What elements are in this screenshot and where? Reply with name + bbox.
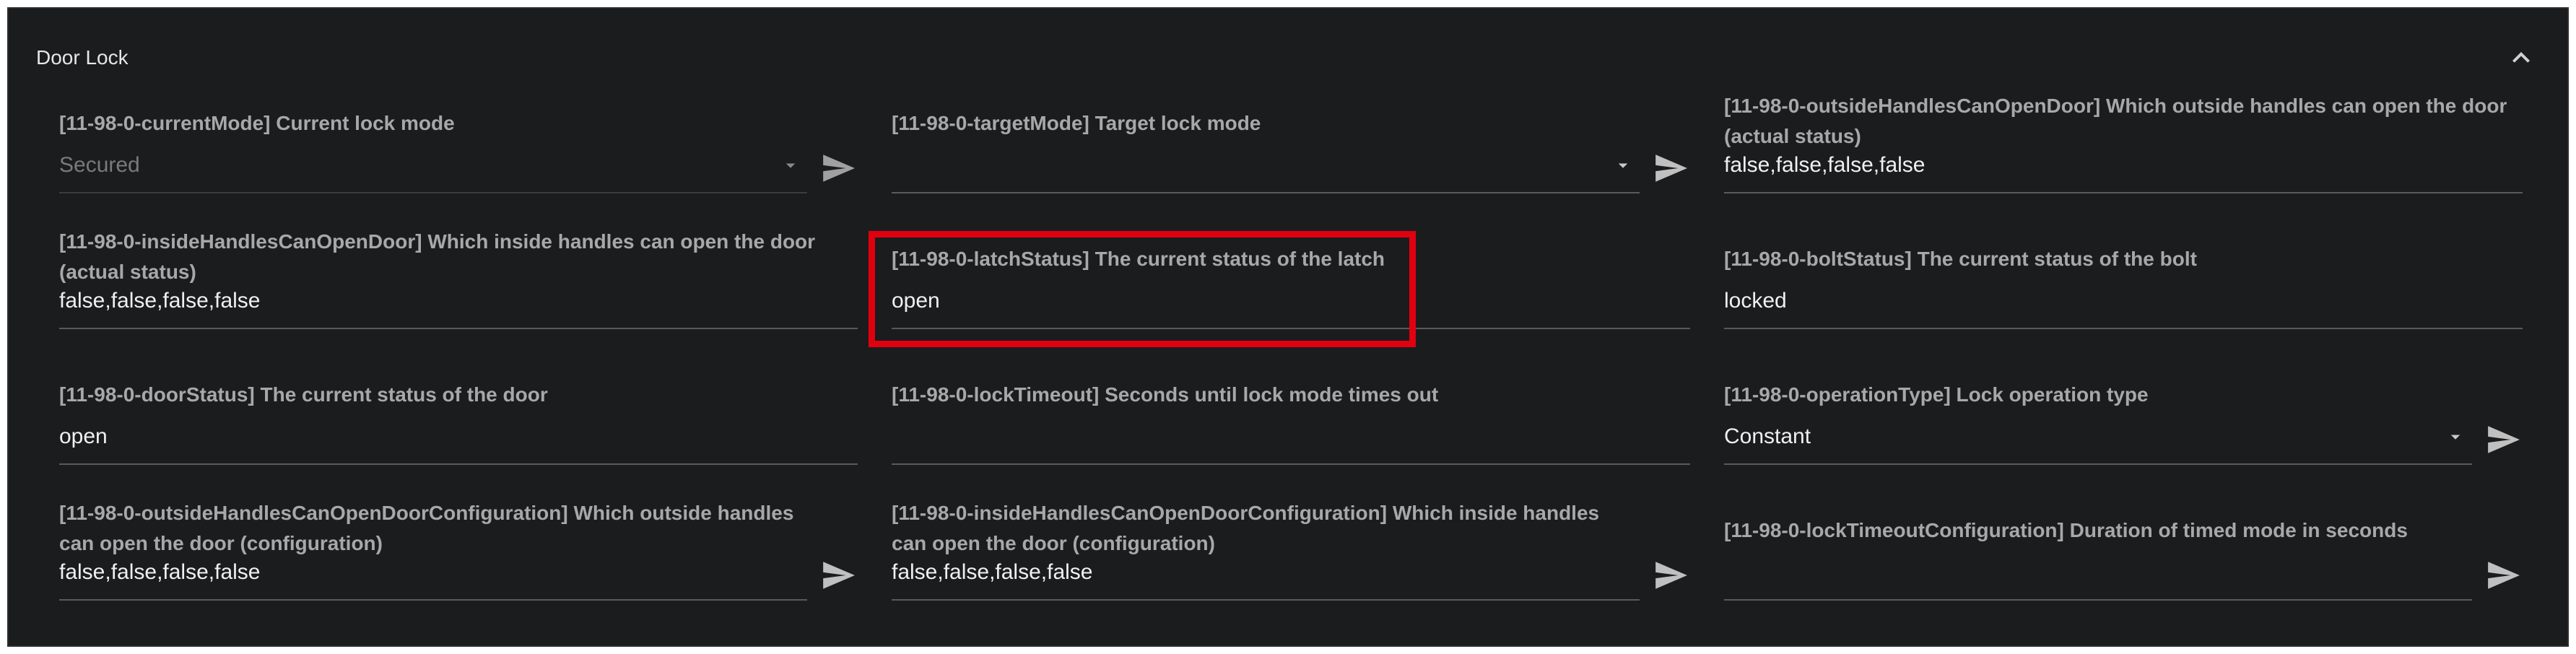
- arrow-drop-down-icon[interactable]: [2445, 426, 2466, 448]
- field-inside-handles-configuration: [11-98-0-insideHandlesCanOpenDoorConfigu…: [892, 498, 1690, 621]
- field-underline: [1724, 328, 2523, 329]
- send-icon: [1655, 154, 1687, 182]
- send-button[interactable]: [1653, 557, 1689, 593]
- field-label: [11-98-0-insideHandlesCanOpenDoor] Which…: [59, 230, 816, 283]
- send-icon: [823, 562, 855, 589]
- field-underline: [892, 328, 1690, 329]
- field-outside-handles-can-open-door: [11-98-0-outsideHandlesCanOpenDoor] Whic…: [1724, 91, 2523, 214]
- latch-status-value: open: [892, 289, 940, 313]
- field-label: [11-98-0-targetMode] Target lock mode: [892, 112, 1261, 134]
- field-label: [11-98-0-outsideHandlesCanOpenDoor] Whic…: [1724, 95, 2507, 147]
- field-underline: [1724, 463, 2472, 465]
- field-lock-timeout: [11-98-0-lockTimeout] Seconds until lock…: [892, 380, 1690, 502]
- field-underline: [1724, 599, 2472, 601]
- field-door-status: [11-98-0-doorStatus] The current status …: [59, 380, 858, 502]
- send-button[interactable]: [820, 150, 856, 186]
- send-icon: [2488, 426, 2520, 453]
- collapse-button[interactable]: [2504, 40, 2538, 75]
- field-label: [11-98-0-boltStatus] The current status …: [1724, 248, 2197, 270]
- field-lock-timeout-configuration: [11-98-0-lockTimeoutConfiguration] Durat…: [1724, 515, 2523, 638]
- field-current-mode: [11-98-0-currentMode] Current lock mode …: [59, 108, 858, 231]
- outside-handles-configuration-input[interactable]: false,false,false,false: [59, 560, 260, 585]
- field-label: [11-98-0-operationType] Lock operation t…: [1724, 383, 2149, 406]
- field-underline: [892, 192, 1640, 193]
- field-underline: [59, 192, 807, 193]
- field-outside-handles-configuration: [11-98-0-outsideHandlesCanOpenDoorConfig…: [59, 498, 858, 621]
- operation-type-select[interactable]: Constant: [1724, 424, 1811, 449]
- send-icon: [2488, 562, 2520, 589]
- panel-title: Door Lock: [36, 46, 129, 69]
- field-underline: [59, 599, 807, 601]
- field-label: [11-98-0-lockTimeoutConfiguration] Durat…: [1724, 519, 2408, 541]
- field-underline: [892, 463, 1690, 465]
- field-label: [11-98-0-lockTimeout] Seconds until lock…: [892, 383, 1439, 406]
- send-icon: [1655, 562, 1687, 589]
- panel-header[interactable]: Door Lock: [9, 9, 2567, 103]
- current-mode-select[interactable]: Secured: [59, 153, 140, 178]
- send-button[interactable]: [2485, 557, 2521, 593]
- field-underline: [1724, 192, 2523, 193]
- field-label: [11-98-0-latchStatus] The current status…: [892, 248, 1385, 270]
- arrow-drop-down-icon[interactable]: [780, 154, 801, 176]
- send-button[interactable]: [2485, 422, 2521, 458]
- field-inside-handles-can-open-door: [11-98-0-insideHandlesCanOpenDoor] Which…: [59, 227, 858, 349]
- outside-handles-value: false,false,false,false: [1724, 153, 1926, 177]
- door-status-value: open: [59, 424, 108, 448]
- field-label: [11-98-0-currentMode] Current lock mode: [59, 112, 455, 134]
- field-underline: [59, 463, 858, 465]
- inside-handles-value: false,false,false,false: [59, 289, 261, 313]
- field-latch-status: [11-98-0-latchStatus] The current status…: [892, 244, 1690, 367]
- field-label: [11-98-0-doorStatus] The current status …: [59, 383, 548, 406]
- field-label: [11-98-0-outsideHandlesCanOpenDoorConfig…: [59, 502, 794, 554]
- bolt-status-value: locked: [1724, 289, 1787, 313]
- send-button[interactable]: [820, 557, 856, 593]
- field-underline: [892, 599, 1640, 601]
- field-target-mode: [11-98-0-targetMode] Target lock mode: [892, 108, 1690, 231]
- field-label: [11-98-0-insideHandlesCanOpenDoorConfigu…: [892, 502, 1600, 554]
- field-underline: [59, 328, 858, 329]
- field-operation-type: [11-98-0-operationType] Lock operation t…: [1724, 380, 2523, 502]
- inside-handles-configuration-input[interactable]: false,false,false,false: [892, 560, 1092, 585]
- send-button[interactable]: [1653, 150, 1689, 186]
- send-icon: [823, 154, 855, 182]
- chevron-up-icon: [2512, 52, 2530, 63]
- field-bolt-status: [11-98-0-boltStatus] The current status …: [1724, 244, 2523, 367]
- arrow-drop-down-icon[interactable]: [1612, 154, 1634, 176]
